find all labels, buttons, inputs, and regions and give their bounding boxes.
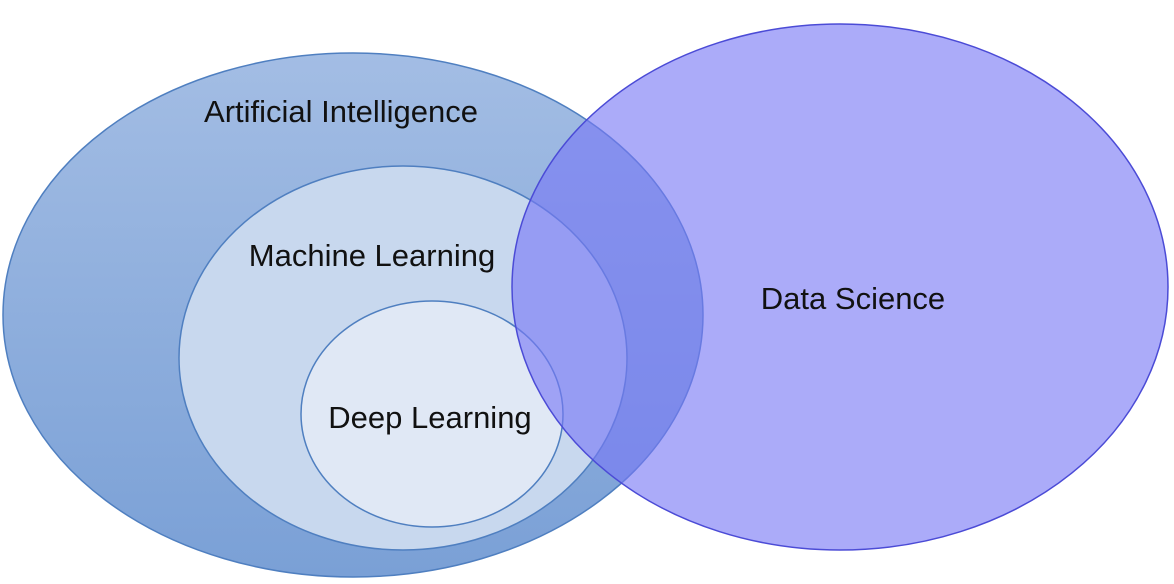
ml-label: Machine Learning	[249, 238, 495, 273]
dl-label: Deep Learning	[328, 400, 531, 435]
ds-label: Data Science	[761, 281, 945, 316]
ai-label: Artificial Intelligence	[204, 94, 478, 129]
venn-diagram: Artificial Intelligence Machine Learning…	[2, 23, 1169, 578]
